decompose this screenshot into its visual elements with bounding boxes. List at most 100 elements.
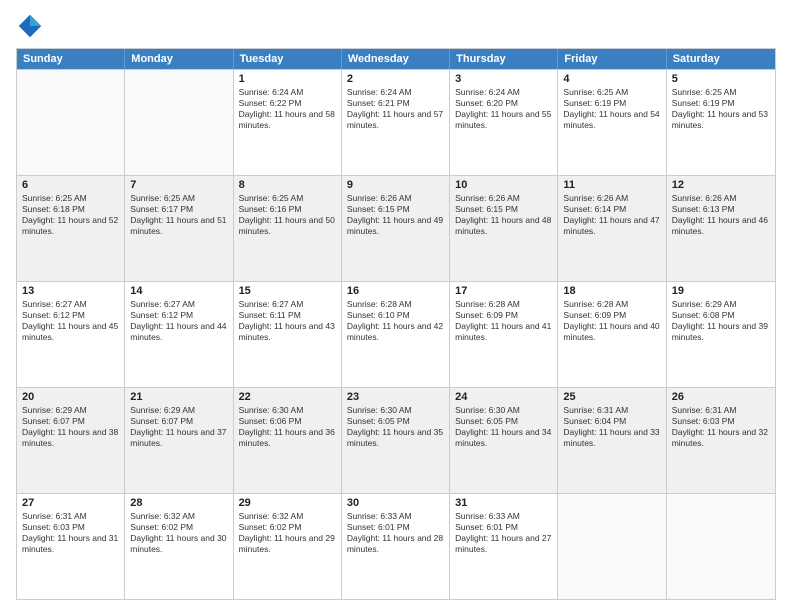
day-number: 20: [22, 391, 119, 403]
sunrise-text: Sunrise: 6:30 AM: [455, 405, 552, 416]
day-number: 5: [672, 73, 770, 85]
cal-cell: 30Sunrise: 6:33 AMSunset: 6:01 PMDayligh…: [342, 494, 450, 599]
cal-cell: [17, 70, 125, 175]
day-number: 17: [455, 285, 552, 297]
daylight-text: Daylight: 11 hours and 32 minutes.: [672, 427, 770, 449]
sunrise-text: Sunrise: 6:31 AM: [672, 405, 770, 416]
sunset-text: Sunset: 6:09 PM: [455, 310, 552, 321]
sunset-text: Sunset: 6:12 PM: [22, 310, 119, 321]
week-row-2: 6Sunrise: 6:25 AMSunset: 6:18 PMDaylight…: [17, 175, 775, 281]
day-number: 7: [130, 179, 227, 191]
cal-cell: [558, 494, 666, 599]
daylight-text: Daylight: 11 hours and 37 minutes.: [130, 427, 227, 449]
cal-cell: 6Sunrise: 6:25 AMSunset: 6:18 PMDaylight…: [17, 176, 125, 281]
cal-cell: 23Sunrise: 6:30 AMSunset: 6:05 PMDayligh…: [342, 388, 450, 493]
sunset-text: Sunset: 6:04 PM: [563, 416, 660, 427]
daylight-text: Daylight: 11 hours and 28 minutes.: [347, 533, 444, 555]
logo-icon: [16, 12, 44, 40]
daylight-text: Daylight: 11 hours and 31 minutes.: [22, 533, 119, 555]
cal-cell: 3Sunrise: 6:24 AMSunset: 6:20 PMDaylight…: [450, 70, 558, 175]
day-number: 13: [22, 285, 119, 297]
daylight-text: Daylight: 11 hours and 41 minutes.: [455, 321, 552, 343]
sunset-text: Sunset: 6:05 PM: [455, 416, 552, 427]
cal-cell: 19Sunrise: 6:29 AMSunset: 6:08 PMDayligh…: [667, 282, 775, 387]
day-number: 22: [239, 391, 336, 403]
header-day-tuesday: Tuesday: [234, 49, 342, 69]
sunset-text: Sunset: 6:12 PM: [130, 310, 227, 321]
cal-cell: 17Sunrise: 6:28 AMSunset: 6:09 PMDayligh…: [450, 282, 558, 387]
sunrise-text: Sunrise: 6:25 AM: [22, 193, 119, 204]
sunrise-text: Sunrise: 6:25 AM: [239, 193, 336, 204]
daylight-text: Daylight: 11 hours and 48 minutes.: [455, 215, 552, 237]
day-number: 25: [563, 391, 660, 403]
daylight-text: Daylight: 11 hours and 51 minutes.: [130, 215, 227, 237]
day-number: 2: [347, 73, 444, 85]
day-number: 14: [130, 285, 227, 297]
week-row-1: 1 Sunrise: 6:24 AM Sunset: 6:22 PM Daylight…: [17, 69, 775, 175]
sunset-text: Sunset: 6:02 PM: [130, 522, 227, 533]
header-day-wednesday: Wednesday: [342, 49, 450, 69]
sunrise-text: Sunrise: 6:33 AM: [455, 511, 552, 522]
calendar-body: 1 Sunrise: 6:24 AM Sunset: 6:22 PM Daylight…: [17, 69, 775, 599]
sunrise-text: Sunrise: 6:26 AM: [563, 193, 660, 204]
sunset-text: Sunset: 6:19 PM: [672, 98, 770, 109]
sunset-text: Sunset: 6:02 PM: [239, 522, 336, 533]
header-day-friday: Friday: [558, 49, 666, 69]
day-number: 15: [239, 285, 336, 297]
cal-cell: 14Sunrise: 6:27 AMSunset: 6:12 PMDayligh…: [125, 282, 233, 387]
sunrise-text: Sunrise: 6:24 AM: [455, 87, 552, 98]
sunset-text: Sunset: 6:22 PM: [239, 98, 336, 109]
cal-cell: 9Sunrise: 6:26 AMSunset: 6:15 PMDaylight…: [342, 176, 450, 281]
cal-cell: 12Sunrise: 6:26 AMSunset: 6:13 PMDayligh…: [667, 176, 775, 281]
cal-cell: 16Sunrise: 6:28 AMSunset: 6:10 PMDayligh…: [342, 282, 450, 387]
header: [16, 12, 776, 40]
day-number: 9: [347, 179, 444, 191]
day-number: 16: [347, 285, 444, 297]
daylight-text: Daylight: 11 hours and 39 minutes.: [672, 321, 770, 343]
sunset-text: Sunset: 6:13 PM: [672, 204, 770, 215]
sunrise-text: Sunrise: 6:25 AM: [672, 87, 770, 98]
sunrise-text: Sunrise: 6:33 AM: [347, 511, 444, 522]
day-number: 8: [239, 179, 336, 191]
cal-cell: [125, 70, 233, 175]
daylight-text: Daylight: 11 hours and 33 minutes.: [563, 427, 660, 449]
sunrise-text: Sunrise: 6:27 AM: [239, 299, 336, 310]
sunset-text: Sunset: 6:15 PM: [455, 204, 552, 215]
sunset-text: Sunset: 6:20 PM: [455, 98, 552, 109]
sunset-text: Sunset: 6:19 PM: [563, 98, 660, 109]
sunset-text: Sunset: 6:18 PM: [22, 204, 119, 215]
calendar-header: SundayMondayTuesdayWednesdayThursdayFrid…: [17, 49, 775, 69]
week-row-4: 20Sunrise: 6:29 AMSunset: 6:07 PMDayligh…: [17, 387, 775, 493]
sunrise-text: Sunrise: 6:26 AM: [347, 193, 444, 204]
sunrise-text: Sunrise: 6:30 AM: [347, 405, 444, 416]
sunrise-text: Sunrise: 6:30 AM: [239, 405, 336, 416]
cal-cell: 25 Sunrise: 6:31 AMSunset: 6:04 PMDayligh…: [558, 388, 666, 493]
sunrise-text: Sunrise: 6:24 AM: [347, 87, 444, 98]
cal-cell: 29Sunrise: 6:32 AMSunset: 6:02 PMDayligh…: [234, 494, 342, 599]
daylight-text: Daylight: 11 hours and 34 minutes.: [455, 427, 552, 449]
calendar: SundayMondayTuesdayWednesdayThursdayFrid…: [16, 48, 776, 600]
cal-cell: 13Sunrise: 6:27 AMSunset: 6:12 PMDayligh…: [17, 282, 125, 387]
sunrise-text: Sunrise: 6:25 AM: [130, 193, 227, 204]
day-number: 11: [563, 179, 660, 191]
day-number: 3: [455, 73, 552, 85]
sunrise-text: Sunrise: 6:31 AM: [22, 511, 119, 522]
day-number: 1: [239, 73, 336, 85]
week-row-3: 13Sunrise: 6:27 AMSunset: 6:12 PMDayligh…: [17, 281, 775, 387]
daylight-text: Daylight: 11 hours and 45 minutes.: [22, 321, 119, 343]
cal-cell: 22Sunrise: 6:30 AMSunset: 6:06 PMDayligh…: [234, 388, 342, 493]
cal-cell: 5Sunrise: 6:25 AMSunset: 6:19 PMDaylight…: [667, 70, 775, 175]
day-number: 10: [455, 179, 552, 191]
day-number: 21: [130, 391, 227, 403]
sunset-text: Sunset: 6:03 PM: [672, 416, 770, 427]
sunrise-text: Sunrise: 6:32 AM: [239, 511, 336, 522]
sunrise-text: Sunrise: 6:31 AM: [563, 405, 660, 416]
sunset-text: Sunset: 6:11 PM: [239, 310, 336, 321]
week-row-5: 27Sunrise: 6:31 AMSunset: 6:03 PMDayligh…: [17, 493, 775, 599]
sunset-text: Sunset: 6:06 PM: [239, 416, 336, 427]
sunset-text: Sunset: 6:14 PM: [563, 204, 660, 215]
daylight-text: Daylight: 11 hours and 54 minutes.: [563, 109, 660, 131]
cal-cell: 31Sunrise: 6:33 AMSunset: 6:01 PMDayligh…: [450, 494, 558, 599]
daylight-text: Daylight: 11 hours and 35 minutes.: [347, 427, 444, 449]
sunrise-text: Sunrise: 6:28 AM: [347, 299, 444, 310]
